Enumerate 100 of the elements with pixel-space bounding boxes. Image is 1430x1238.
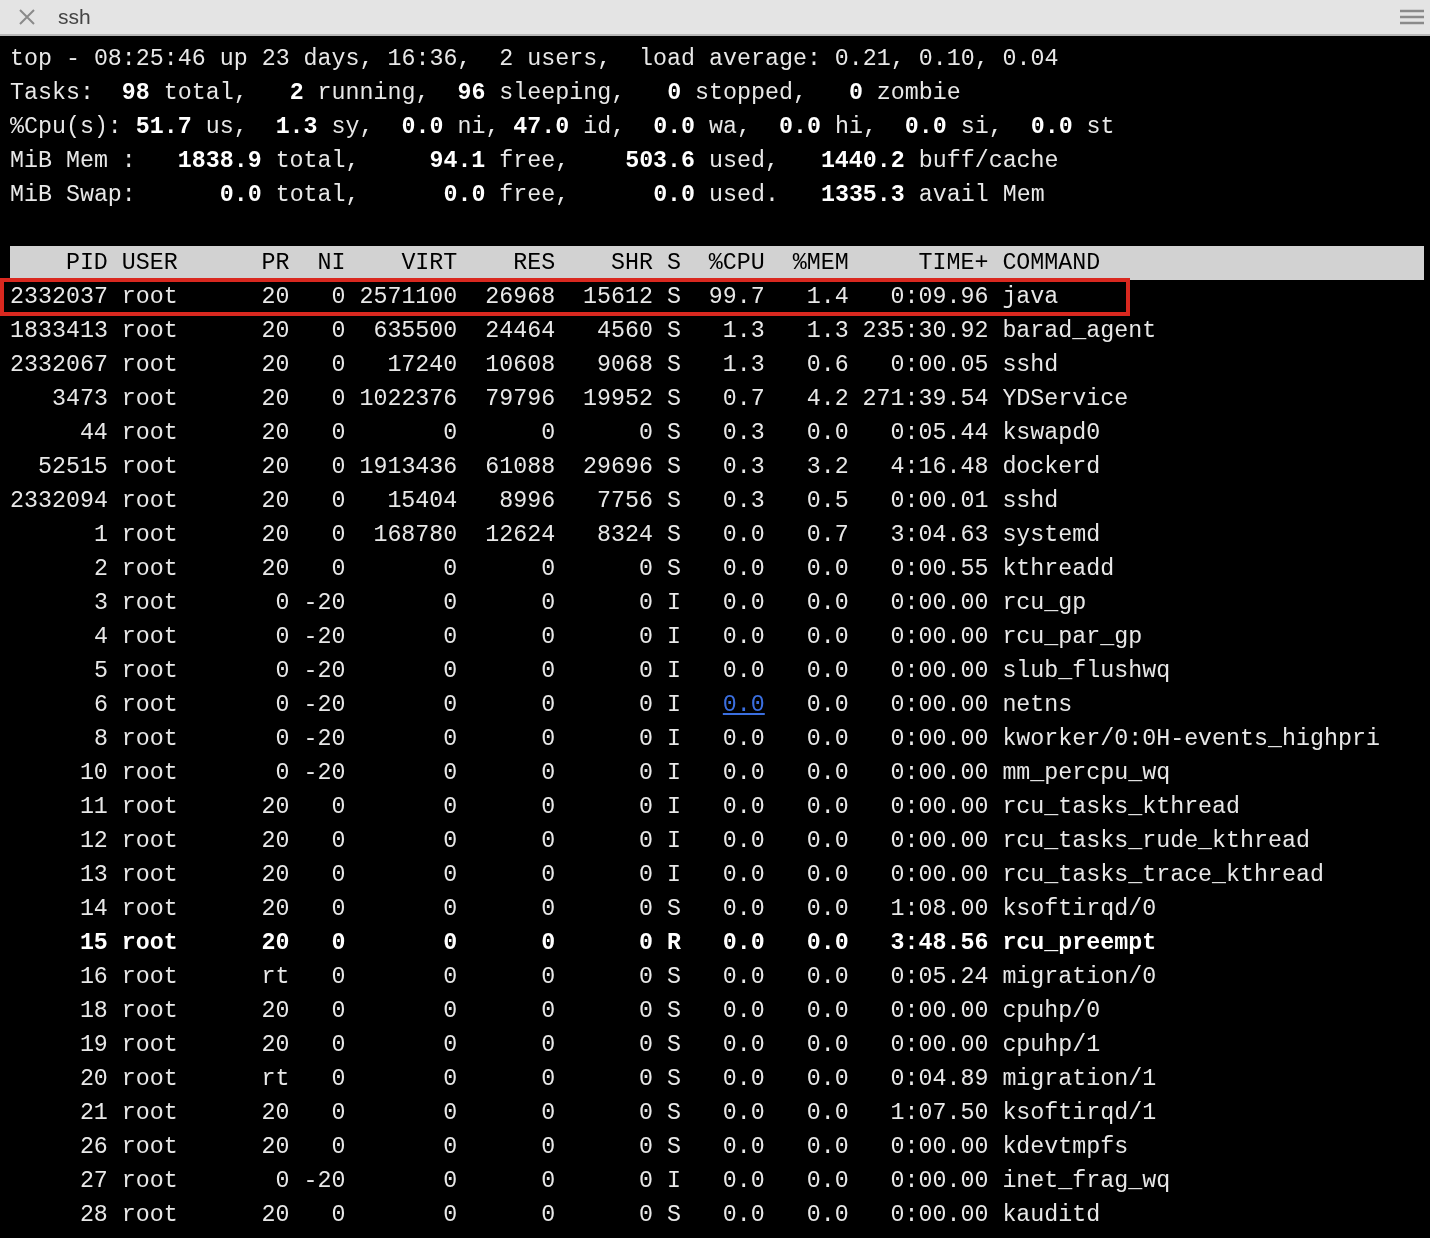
table-cell-text: root — [121, 589, 179, 618]
table-cell-text: root — [121, 317, 179, 346]
table-cell-text: root — [121, 487, 179, 516]
table-cell-text: 0 — [638, 861, 653, 890]
table-cell-text: sshd — [1002, 487, 1059, 516]
table-cell-text: ksoftirqd/1 — [1002, 1099, 1157, 1128]
table-cell-text: 6 — [92, 691, 108, 720]
table-cell-text: 20 — [260, 351, 290, 380]
table-cell-text: 20 — [260, 861, 290, 890]
table-cell: 0.0 — [722, 658, 765, 684]
table-cell-text: 0 — [638, 963, 653, 992]
table-cell-text: 20 — [260, 1201, 290, 1230]
table-cell-text: rcu_gp — [1002, 589, 1087, 618]
table-cell-text: 0 — [442, 691, 458, 720]
table-cell-text: 0.0 — [805, 861, 849, 890]
table-cell-text: 0 — [442, 827, 458, 856]
table-cell-text: S — [666, 1201, 681, 1230]
menu-icon[interactable] — [1400, 8, 1424, 26]
table-cell-text: 0.0 — [805, 1133, 849, 1162]
table-cell-text: rcu_tasks_rude_kthread — [1002, 827, 1310, 856]
column-header: %MEM — [791, 249, 849, 278]
table-cell: 1.3 — [722, 352, 765, 378]
table-cell-text: 0 — [274, 589, 290, 618]
table-cell-text: 0:00.00 — [889, 691, 989, 720]
table-cell: 0.0 — [722, 590, 765, 616]
table-cell: 0.0 — [722, 1100, 765, 1126]
table-cell-text: 4.2 — [805, 385, 849, 414]
close-icon[interactable] — [18, 8, 36, 26]
table-cell-text: 0.0 — [805, 895, 849, 924]
table-cell-text: 15404 — [386, 487, 458, 516]
table-cell-text: 0.0 — [805, 589, 849, 618]
table-cell-text: 20 — [260, 1133, 290, 1162]
table-cell-text: 20 — [260, 555, 290, 584]
table-cell-text: 8 — [92, 725, 108, 754]
table-cell-text: 9068 — [596, 351, 653, 380]
table-cell-text: 0 — [638, 1031, 653, 1060]
table-cell-text: 21 — [78, 1099, 108, 1128]
table-cell: 0.0 — [722, 760, 765, 786]
table-cell-text: 0 — [442, 1065, 458, 1094]
table-cell-text: 0 — [638, 929, 653, 958]
table-cell-text: migration/1 — [1002, 1065, 1157, 1094]
table-cell-text: 0 — [540, 1201, 556, 1230]
summary-line: Tasks: 98 total, 2 running, 96 sleeping, 0 stopped, 0 zombie — [10, 79, 962, 108]
table-cell-text: 0 — [442, 861, 458, 890]
table-cell-text: 12 — [78, 827, 108, 856]
table-cell-text: 0 — [540, 963, 556, 992]
table-cell-text: 3473 — [50, 385, 108, 414]
table-cell-text: 0 — [540, 419, 556, 448]
table-cell-text: 0 — [638, 1201, 653, 1230]
table-cell-text: root — [121, 521, 179, 550]
table-cell-text: 0.0 — [805, 623, 849, 652]
table-cell-text: 0 — [442, 623, 458, 652]
table-cell-text: S — [666, 997, 681, 1026]
window-title: ssh — [58, 5, 92, 29]
table-cell-text: S — [666, 351, 681, 380]
column-header: SHR — [610, 249, 653, 278]
table-cell-text: 20 — [260, 521, 290, 550]
table-cell-text: S — [666, 963, 681, 992]
table-cell-text: root — [121, 283, 179, 312]
table-cell-text: 0.0 — [805, 827, 849, 856]
table-cell-text: -20 — [303, 691, 346, 720]
table-cell-text: root — [121, 1133, 179, 1162]
table-cell-text: 0 — [330, 827, 346, 856]
table-cell-text: 20 — [260, 487, 290, 516]
table-cell-text: 0 — [274, 759, 290, 788]
table-cell-text: 0 — [442, 657, 458, 686]
table-cell-text: 0 — [330, 1065, 346, 1094]
table-cell-text: I — [666, 623, 681, 652]
table-cell-text: 0 — [330, 385, 346, 414]
table-cell-text: 0 — [330, 317, 346, 346]
table-cell-text: 0 — [330, 1099, 346, 1128]
table-cell-text: 0.0 — [805, 657, 849, 686]
table-cell-text: 0.0 — [805, 759, 849, 788]
table-cell-text: 44 — [78, 419, 108, 448]
column-header: TIME+ — [917, 249, 989, 278]
table-cell-text: 0 — [330, 453, 346, 482]
table-cell-text: root — [121, 351, 179, 380]
table-cell-text: 0 — [540, 725, 556, 754]
table-cell-text: 0 — [638, 793, 653, 822]
table-cell-text: rt — [260, 1065, 290, 1094]
table-cell-text: 0 — [330, 861, 346, 890]
table-cell-text: mm_percpu_wq — [1002, 759, 1171, 788]
table-cell-text: I — [666, 759, 681, 788]
table-cell-text: 0.0 — [805, 1065, 849, 1094]
table-cell-text: rcu_preempt — [1002, 929, 1157, 958]
table-cell-text: ksoftirqd/0 — [1002, 895, 1157, 924]
table-cell-text: 20 — [260, 827, 290, 856]
table-cell-text: sshd — [1002, 351, 1059, 380]
table-cell-text: 0 — [330, 963, 346, 992]
table-cell-text: 0 — [442, 759, 458, 788]
table-cell-text: R — [666, 929, 681, 958]
table-cell-text: 0.0 — [805, 691, 849, 720]
table-cell-text: 0 — [638, 691, 653, 720]
column-header: VIRT — [400, 249, 458, 278]
table-cell-text: kthreadd — [1002, 555, 1115, 584]
table-cell-text: root — [121, 997, 179, 1026]
table-cell-text: 79796 — [484, 385, 556, 414]
table-cell-text: root — [121, 929, 179, 958]
table-cell-text: I — [666, 793, 681, 822]
table-cell-text: 20 — [260, 317, 290, 346]
